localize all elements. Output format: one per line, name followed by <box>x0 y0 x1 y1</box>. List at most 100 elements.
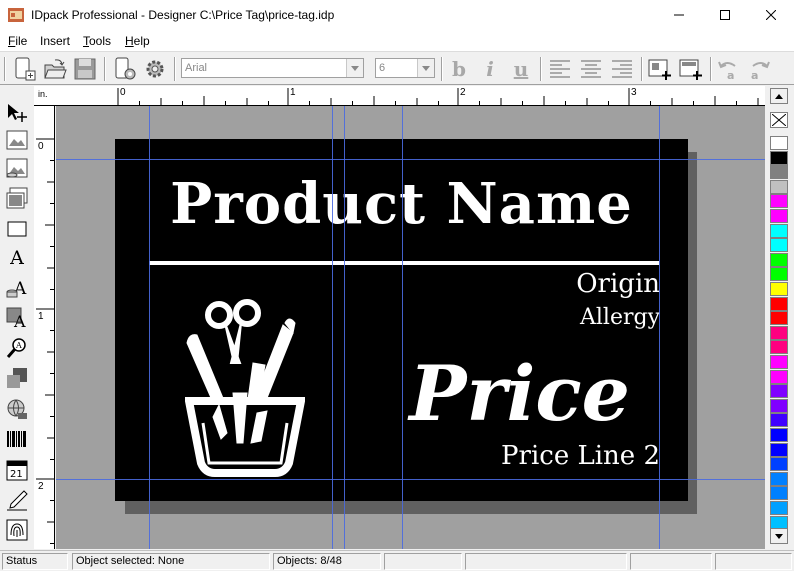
font-name-select[interactable]: Arial <box>181 58 364 78</box>
no-color-x-icon <box>772 114 786 126</box>
pencil-cup-icon[interactable] <box>185 293 305 483</box>
color-swatch[interactable] <box>770 457 788 472</box>
menu-tools[interactable]: Tools <box>83 34 111 48</box>
align-right-button[interactable] <box>609 56 635 82</box>
color-swatch[interactable] <box>770 413 788 428</box>
palette-scroll-up[interactable] <box>770 88 788 104</box>
undo-button[interactable]: a <box>716 56 742 82</box>
close-button[interactable] <box>748 0 794 31</box>
design-canvas[interactable]: Product Name Origin Allergy Price Price … <box>56 106 765 549</box>
menu-help[interactable]: Help <box>125 34 150 48</box>
italic-button[interactable]: i <box>477 56 503 82</box>
maximize-button[interactable] <box>702 0 748 31</box>
rectangle-tool[interactable] <box>4 216 30 242</box>
redo-icon: a <box>751 61 770 80</box>
svg-text:a: a <box>727 69 734 80</box>
text-frame-tool[interactable]: A <box>4 305 30 331</box>
chevron-down-icon <box>422 65 430 71</box>
color-swatch[interactable] <box>770 223 788 238</box>
ruler-v-label-0: 0 <box>38 141 44 152</box>
color-swatch[interactable] <box>770 311 788 326</box>
zoom-tool[interactable]: A <box>4 335 30 361</box>
guide-vertical[interactable] <box>149 106 150 549</box>
align-left-button[interactable] <box>547 56 573 82</box>
text-tool[interactable]: A <box>4 245 30 271</box>
price-text[interactable]: Price <box>409 349 630 438</box>
color-swatch[interactable] <box>770 384 788 399</box>
font-name-dropdown[interactable] <box>346 59 363 77</box>
menu-file[interactable]: File <box>8 34 27 48</box>
font-size-dropdown[interactable] <box>417 59 434 77</box>
color-swatch[interactable] <box>770 428 788 442</box>
color-swatch[interactable] <box>770 165 788 180</box>
bold-button[interactable]: b <box>446 56 472 82</box>
color-swatch[interactable] <box>770 150 788 165</box>
barcode-tool[interactable] <box>4 426 30 452</box>
svg-text:A: A <box>15 341 22 350</box>
color-swatch[interactable] <box>770 209 788 223</box>
guide-vertical[interactable] <box>344 106 345 549</box>
main-toolbar: Arial 6 b i u a a <box>0 51 794 85</box>
fingerprint-tool[interactable] <box>4 517 30 543</box>
guide-vertical[interactable] <box>659 106 660 549</box>
font-size-select[interactable]: 6 <box>375 58 435 78</box>
color-swatch[interactable] <box>770 471 788 486</box>
guide-vertical[interactable] <box>332 106 333 549</box>
settings-button[interactable] <box>142 56 168 82</box>
color-swatch[interactable] <box>770 398 788 413</box>
insert-database-image-tool[interactable] <box>4 156 30 182</box>
add-record-button[interactable] <box>678 56 704 82</box>
signature-tool[interactable] <box>4 487 30 513</box>
database-text-tool[interactable]: A <box>4 275 30 301</box>
pointer-move-icon <box>8 104 27 122</box>
guide-horizontal[interactable] <box>56 159 765 160</box>
rectangle-icon <box>7 221 27 237</box>
insert-image-tool[interactable] <box>4 127 30 153</box>
signature-capture-tool[interactable] <box>4 396 30 422</box>
card-setup-button[interactable] <box>112 56 138 82</box>
add-record-icon <box>679 59 702 80</box>
color-swatch[interactable] <box>770 325 788 340</box>
color-swatch[interactable] <box>770 179 788 194</box>
minimize-button[interactable] <box>656 0 702 31</box>
guide-vertical[interactable] <box>402 106 403 549</box>
new-card-button[interactable] <box>12 56 38 82</box>
guide-horizontal[interactable] <box>56 479 765 480</box>
color-swatch[interactable] <box>770 267 788 282</box>
color-swatch[interactable] <box>770 296 788 311</box>
color-swatch[interactable] <box>770 369 788 384</box>
color-swatch[interactable] <box>770 486 788 501</box>
origin-text[interactable]: Origin <box>576 269 660 299</box>
price-line-2-text[interactable]: Price Line 2 <box>501 441 660 471</box>
align-right-icon <box>612 60 632 78</box>
no-color-swatch[interactable] <box>770 112 788 128</box>
redo-button[interactable]: a <box>746 56 772 82</box>
align-center-button[interactable] <box>578 56 604 82</box>
underline-button[interactable]: u <box>508 56 534 82</box>
select-move-tool[interactable] <box>4 100 30 126</box>
open-button[interactable] <box>42 56 68 82</box>
svg-text:21: 21 <box>10 469 23 480</box>
add-field-button[interactable] <box>647 56 673 82</box>
date-tool[interactable]: 21 <box>4 457 30 483</box>
color-swatch[interactable] <box>770 194 788 209</box>
insert-photo-tool[interactable] <box>4 185 30 211</box>
color-swatch[interactable] <box>770 136 788 150</box>
shape-tool[interactable] <box>4 365 30 391</box>
color-swatch[interactable] <box>770 501 788 515</box>
menu-insert[interactable]: Insert <box>40 34 70 48</box>
save-button[interactable] <box>72 56 98 82</box>
chevron-down-icon <box>351 65 359 71</box>
color-swatch[interactable] <box>770 238 788 253</box>
color-swatch[interactable] <box>770 282 788 296</box>
color-swatch[interactable] <box>770 355 788 369</box>
status-cell-empty <box>384 553 462 570</box>
divider-line[interactable] <box>149 261 659 265</box>
allergy-text[interactable]: Allergy <box>580 305 660 330</box>
color-swatch[interactable] <box>770 340 788 355</box>
color-swatch[interactable] <box>770 442 788 457</box>
vertical-ruler: 0 1 2 <box>34 106 55 549</box>
toolbar-separator <box>540 57 542 81</box>
palette-scroll-down[interactable] <box>770 528 788 544</box>
color-swatch[interactable] <box>770 252 788 267</box>
